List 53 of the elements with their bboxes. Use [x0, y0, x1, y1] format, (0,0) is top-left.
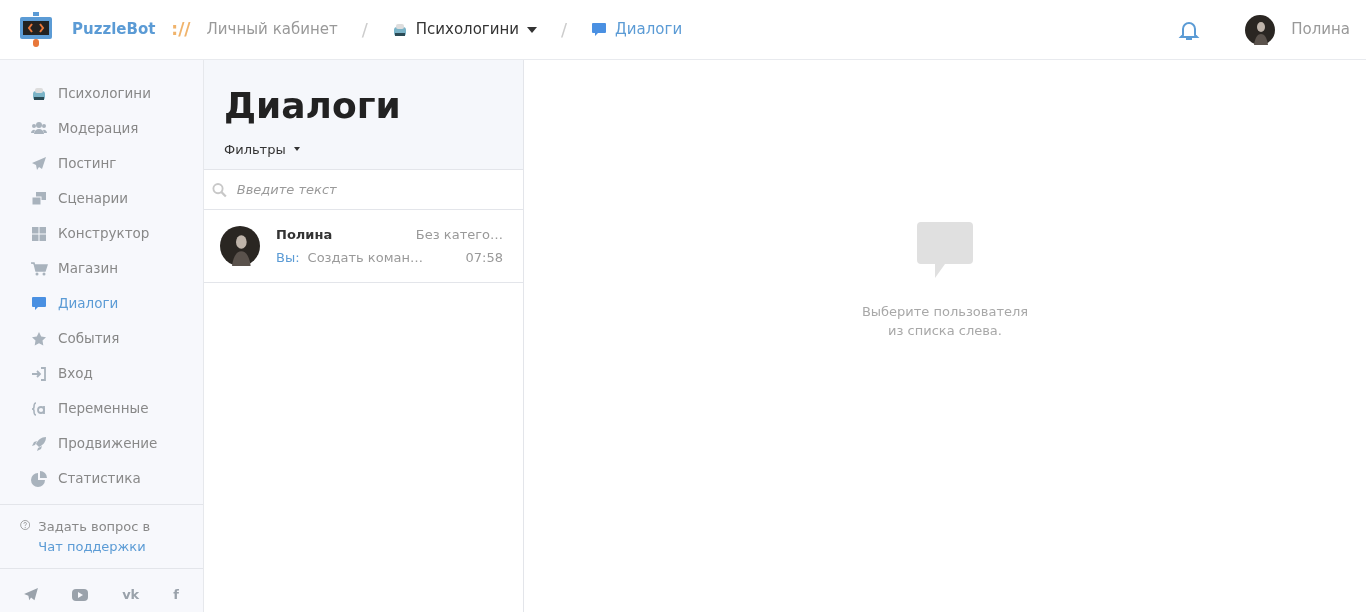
sidebar-item[interactable]: Психологини: [0, 76, 203, 111]
sidebar-item[interactable]: Переменные: [0, 391, 203, 426]
sidebar-item[interactable]: Магазин: [0, 251, 203, 286]
chat-icon: [591, 21, 608, 38]
chat-icon: [30, 295, 48, 312]
sidebar-item[interactable]: Постинг: [0, 146, 203, 181]
variable-icon: [30, 400, 48, 417]
filters-dropdown[interactable]: Фильтры: [224, 139, 300, 160]
sidebar-item[interactable]: Модерация: [0, 111, 203, 146]
support-text: Задать вопрос в Чат поддержки: [38, 518, 152, 556]
support-link[interactable]: Чат поддержки: [38, 538, 146, 554]
sidebar-item[interactable]: Диалоги: [0, 286, 203, 321]
breadcrumb-separator: /: [561, 18, 568, 42]
sidebar-item[interactable]: Продвижение: [0, 426, 203, 461]
breadcrumb-link[interactable]: Личный кабинет: [206, 18, 338, 41]
users-icon: [30, 120, 48, 137]
social-link[interactable]: f: [173, 585, 179, 605]
video-play-icon[interactable]: [72, 588, 89, 601]
star-icon: [30, 330, 48, 347]
caret-icon: [293, 147, 300, 152]
contact-name: Полина: [276, 225, 333, 244]
sign-in-icon: [30, 365, 48, 382]
brand-name: PuzzleBot: [72, 19, 156, 41]
category-label: Без катего…: [415, 225, 503, 244]
paper-plane-icon: [30, 155, 48, 172]
dialog-item[interactable]: Полина Без катего… Вы: Создать коман… 07:58: [204, 210, 523, 284]
message-preview: Создать коман…: [307, 249, 423, 268]
cart-icon: [30, 260, 48, 277]
user-name[interactable]: Полина: [1291, 18, 1350, 41]
sidebar-item[interactable]: Вход: [0, 356, 203, 391]
breadcrumb-link[interactable]: Психологини: [391, 18, 538, 41]
sender-label: Вы:: [276, 249, 300, 268]
message-time: 07:58: [465, 249, 503, 268]
rocket-icon: [30, 435, 48, 452]
chat-icon: [917, 221, 973, 278]
avatar: [220, 226, 260, 267]
pie-chart-icon: [30, 470, 48, 487]
grid-icon: [30, 225, 48, 242]
sidebar-item[interactable]: Статистика: [0, 461, 203, 496]
avatar: [1245, 14, 1276, 45]
page-title: Диалоги: [224, 86, 402, 126]
brand-separator: ://: [171, 17, 191, 41]
paper-plane-icon[interactable]: [24, 588, 38, 602]
help-icon: [20, 517, 31, 533]
sidebar-item[interactable]: Конструктор: [0, 216, 203, 251]
breadcrumb-separator: /: [361, 18, 368, 42]
empty-state-text: Выберите пользователя из списка слева.: [860, 302, 1030, 340]
logo-icon: [20, 11, 52, 48]
sidebar-item[interactable]: Сценарии: [0, 181, 203, 216]
breadcrumb-link[interactable]: Диалоги: [591, 18, 683, 41]
search-icon: [212, 181, 227, 198]
sidebar-item[interactable]: События: [0, 321, 203, 356]
social-link[interactable]: vk: [122, 585, 140, 605]
